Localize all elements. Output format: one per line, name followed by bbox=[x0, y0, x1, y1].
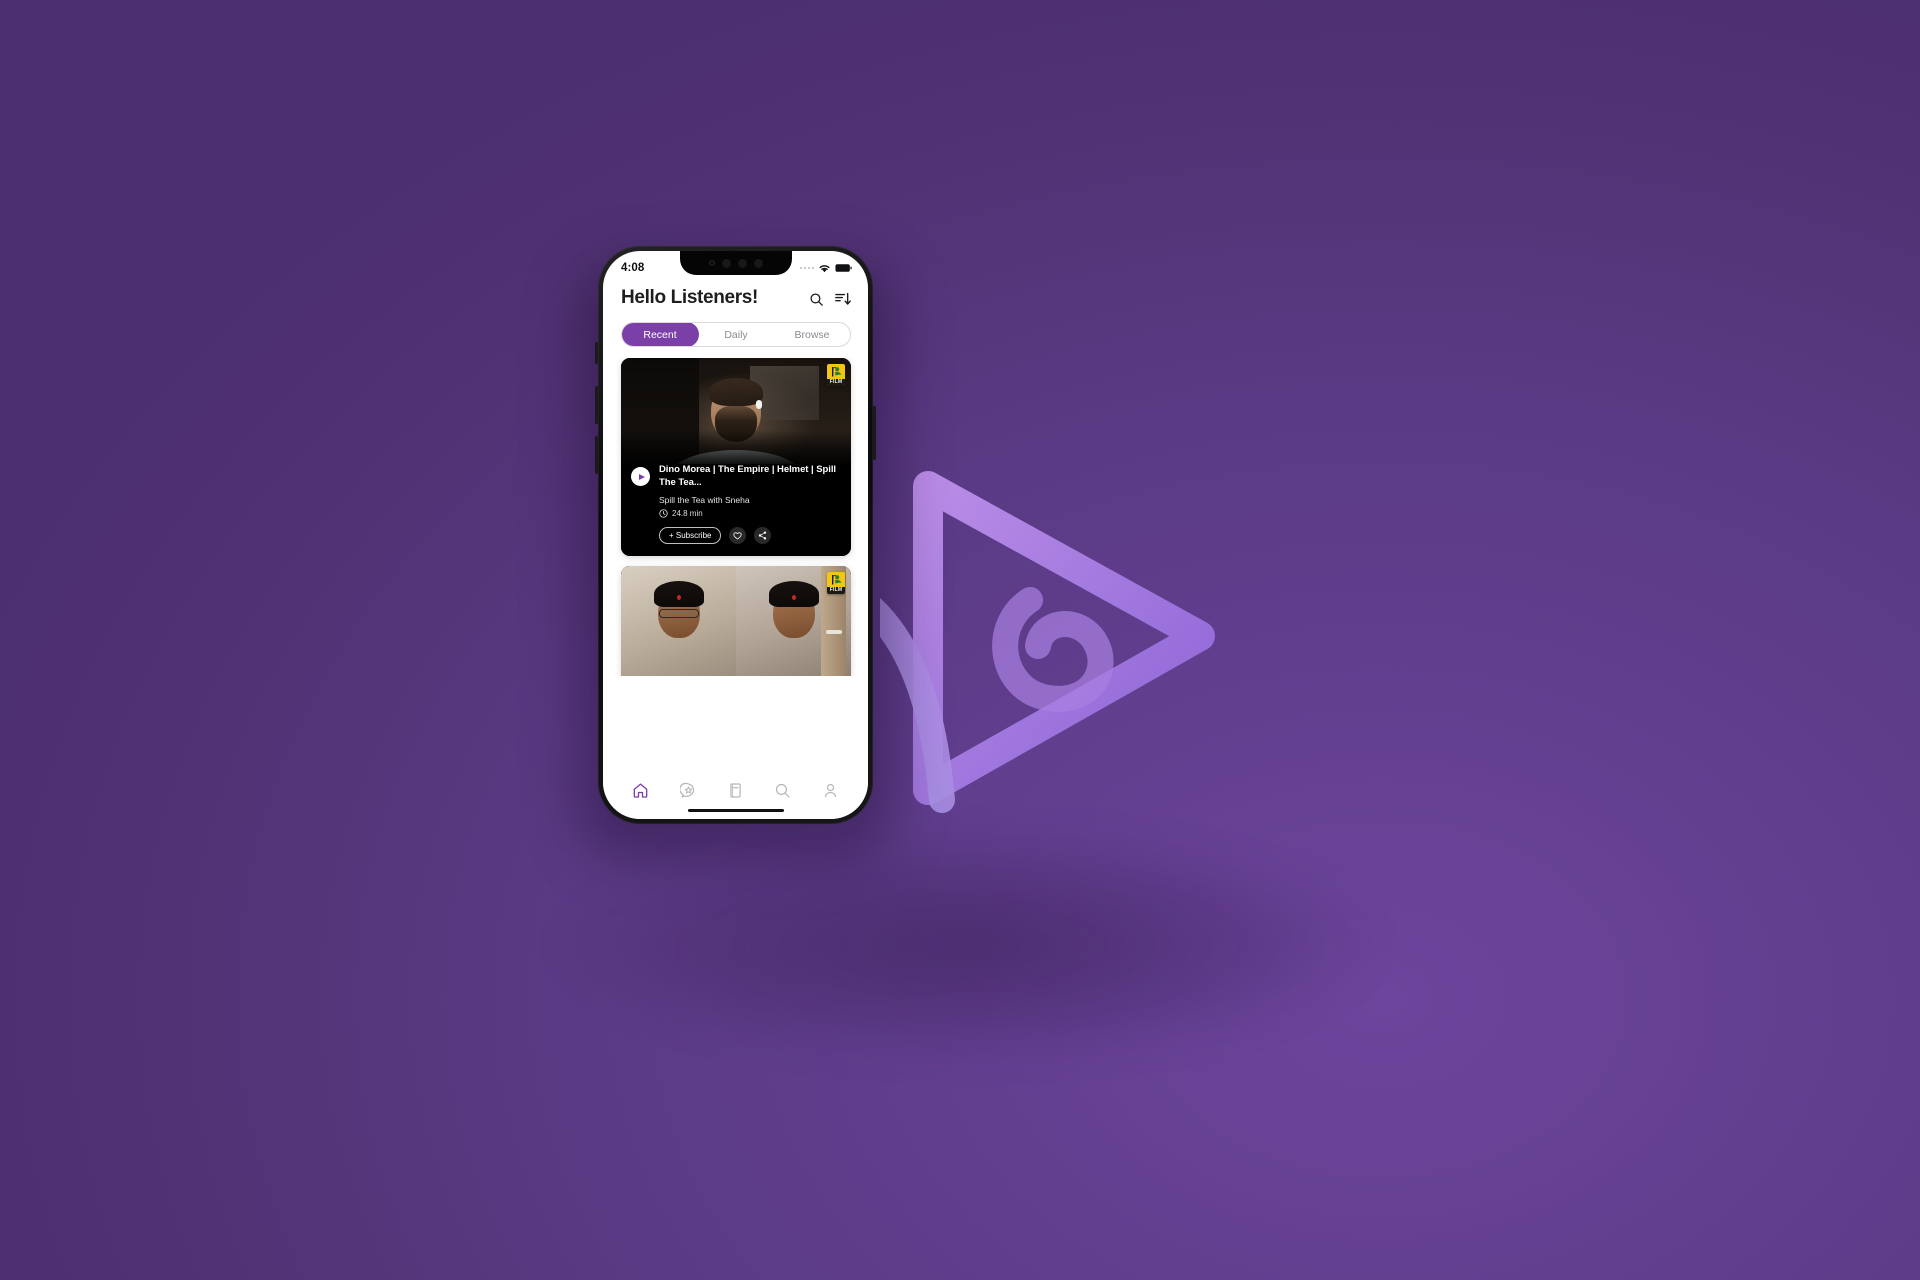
play-icon[interactable] bbox=[631, 467, 650, 486]
status-indicators bbox=[799, 263, 853, 273]
logo-drop-shadow bbox=[560, 830, 1380, 1060]
share-icon[interactable] bbox=[754, 527, 772, 545]
episode-actions: + Subscribe bbox=[659, 527, 841, 545]
chat-star-icon bbox=[679, 782, 694, 798]
tab-recent[interactable]: Recent bbox=[622, 323, 699, 346]
person-icon bbox=[824, 783, 836, 797]
home-indicator bbox=[687, 808, 784, 812]
episode-card[interactable]: FILM bbox=[621, 566, 851, 676]
clock-icon bbox=[659, 509, 668, 518]
segmented-tabs: Recent Daily Browse bbox=[621, 322, 851, 347]
play-swirl-logo bbox=[880, 440, 1240, 840]
nav-search[interactable] bbox=[768, 777, 798, 803]
feed-fade-overlay bbox=[603, 749, 868, 767]
tab-daily[interactable]: Daily bbox=[697, 323, 775, 346]
badge-label: FILM bbox=[827, 586, 845, 595]
film-companion-badge: FILM bbox=[827, 572, 845, 595]
status-bar: 4:08 bbox=[603, 251, 868, 281]
volume-up-button[interactable] bbox=[595, 386, 598, 424]
home-icon bbox=[633, 783, 648, 798]
episode-info: Dino Morea | The Empire | Helmet | Spill… bbox=[621, 430, 851, 557]
book-icon bbox=[730, 782, 741, 798]
episode-card[interactable]: FILM Dino Morea | The Empire | Helmet | … bbox=[621, 358, 851, 557]
signal-dots-icon bbox=[799, 266, 814, 270]
show-name: Spill the Tea with Sneha bbox=[659, 495, 750, 506]
search-icon[interactable] bbox=[809, 292, 824, 307]
status-time: 4:08 bbox=[621, 262, 645, 274]
film-companion-badge: FILM bbox=[827, 364, 845, 386]
badge-artwork-icon bbox=[832, 366, 842, 376]
subscribe-button[interactable]: + Subscribe bbox=[659, 527, 722, 545]
volume-down-button[interactable] bbox=[595, 436, 598, 474]
phone-frame: 4:08 Hello Listeners! Recent Daily Brows… bbox=[595, 246, 876, 824]
thumbnail-image bbox=[621, 566, 851, 676]
sort-descending-icon[interactable] bbox=[835, 292, 851, 307]
page-title: Hello Listeners! bbox=[621, 287, 758, 308]
app-header: Hello Listeners! bbox=[603, 281, 868, 309]
nav-discover[interactable] bbox=[673, 777, 703, 803]
phone-mockup: 4:08 Hello Listeners! Recent Daily Brows… bbox=[576, 246, 896, 860]
badge-artwork-icon bbox=[832, 574, 842, 585]
nav-profile[interactable] bbox=[815, 777, 845, 803]
header-actions bbox=[809, 290, 851, 307]
episode-thumbnail: FILM bbox=[621, 566, 851, 676]
heart-icon[interactable] bbox=[729, 527, 747, 545]
episode-duration: 24.8 min bbox=[659, 509, 841, 518]
power-button[interactable] bbox=[873, 406, 876, 460]
battery-icon bbox=[835, 264, 852, 272]
tab-browse[interactable]: Browse bbox=[773, 323, 850, 346]
silent-switch[interactable] bbox=[595, 342, 598, 364]
wifi-icon bbox=[819, 265, 830, 273]
badge-label: FILM bbox=[827, 378, 845, 386]
episode-title: Dino Morea | The Empire | Helmet | Spill… bbox=[659, 464, 837, 488]
nav-library[interactable] bbox=[720, 777, 750, 803]
nav-home[interactable] bbox=[626, 777, 656, 803]
scene-background: 4:08 Hello Listeners! Recent Daily Brows… bbox=[0, 0, 1920, 1280]
phone-screen: 4:08 Hello Listeners! Recent Daily Brows… bbox=[603, 251, 868, 819]
duration-label: 24.8 min bbox=[672, 509, 703, 519]
episode-feed[interactable]: FILM Dino Morea | The Empire | Helmet | … bbox=[603, 358, 868, 676]
search-icon bbox=[776, 783, 790, 797]
